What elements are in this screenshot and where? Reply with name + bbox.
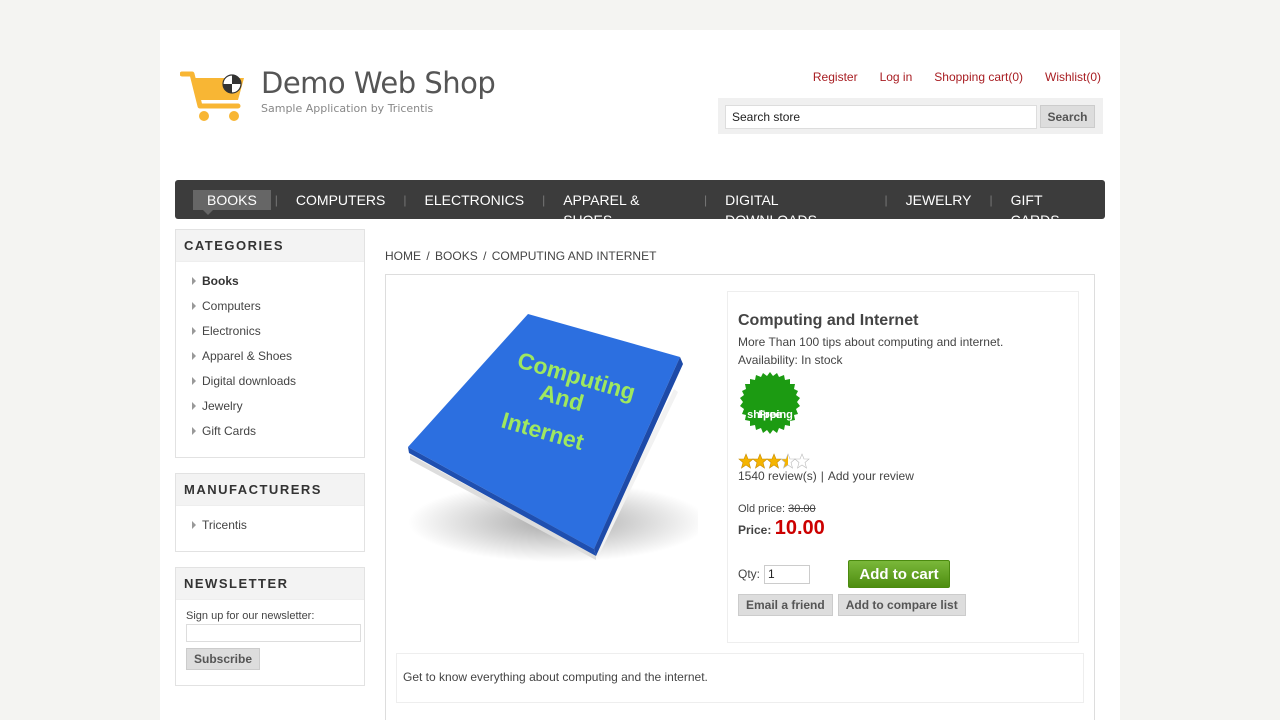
old-price: Old price: 30.00	[738, 503, 1068, 515]
categories-title: CATEGORIES	[176, 230, 364, 262]
menu-separator: |	[274, 192, 278, 207]
arrow-right-icon	[192, 401, 196, 410]
arrow-right-icon	[192, 276, 196, 285]
logo-subtitle: Sample Application by Tricentis	[261, 102, 434, 115]
add-to-cart-row: Qty: Add to cart	[738, 560, 1068, 588]
product-action-buttons: Email a friend Add to compare list	[738, 594, 1068, 616]
category-label: Gift Cards	[202, 423, 257, 438]
reviews-separator: |	[820, 469, 824, 483]
product-image[interactable]: Computing And Internet	[398, 307, 708, 569]
manufacturer-label: Tricentis	[202, 517, 247, 532]
add-to-cart-button[interactable]: Add to cart	[848, 560, 951, 588]
price-label: Price:	[738, 523, 772, 537]
arrow-right-icon	[192, 326, 196, 335]
breadcrumb-separator: /	[426, 249, 430, 263]
breadcrumb-home[interactable]: HOME	[385, 249, 421, 263]
top-menu: BOOKS | COMPUTERS | ELECTRONICS | APPARE…	[175, 180, 1105, 228]
header-links: Register Log in Shopping cart(0) Wishlis…	[813, 70, 1101, 84]
menu-computers[interactable]: COMPUTERS	[282, 190, 399, 210]
product-details: Computing And Internet Computing and Int…	[385, 274, 1095, 720]
category-gift-cards[interactable]: Gift Cards	[192, 418, 364, 443]
menu-separator: |	[704, 192, 708, 207]
qty-label: Qty:	[738, 567, 761, 581]
manufacturers-block: MANUFACTURERS Tricentis	[175, 473, 365, 552]
category-label: Apparel & Shoes	[202, 348, 293, 363]
star-empty-icon	[794, 453, 810, 469]
product-short-description: More Than 100 tips about computing and i…	[738, 335, 1004, 349]
breadcrumb-separator: /	[483, 249, 487, 263]
breadcrumb: HOME / BOOKS / COMPUTING AND INTERNET	[385, 249, 656, 263]
price-value: 10.00	[774, 517, 825, 539]
menu-electronics[interactable]: ELECTRONICS	[411, 190, 539, 210]
search-button[interactable]: Search	[1040, 105, 1095, 128]
arrow-right-icon	[192, 520, 196, 529]
product-availability: Availability: In stock	[738, 353, 843, 367]
search-box: Search	[718, 98, 1103, 134]
product-overview: Computing and Internet More Than 100 tip…	[727, 291, 1079, 643]
product-full-description: Get to know everything about computing a…	[396, 653, 1084, 703]
free-shipping-text-2: shipping	[747, 409, 793, 421]
manufacturer-tricentis[interactable]: Tricentis	[192, 512, 364, 537]
breadcrumb-current: COMPUTING AND INTERNET	[491, 249, 657, 263]
manufacturers-title: MANUFACTURERS	[176, 474, 364, 506]
menu-books[interactable]: BOOKS	[193, 189, 271, 215]
category-jewelry[interactable]: Jewelry	[192, 393, 364, 418]
category-label: Digital downloads	[202, 373, 297, 388]
category-computers[interactable]: Computers	[192, 293, 364, 318]
wishlist-link[interactable]: Wishlist(0)	[1045, 70, 1101, 84]
arrow-right-icon	[192, 351, 196, 360]
breadcrumb-books[interactable]: BOOKS	[435, 249, 478, 263]
category-apparel-shoes[interactable]: Apparel & Shoes	[192, 343, 364, 368]
newsletter-email-input[interactable]	[186, 624, 361, 642]
free-shipping-badge-icon	[740, 372, 800, 434]
logo-title: Demo Web Shop	[261, 66, 496, 100]
site-logo[interactable]: Demo Web Shop Sample Application by Tric…	[179, 66, 510, 126]
menu-gift-cards[interactable]: GIFT CARDS	[997, 190, 1105, 228]
category-label: Jewelry	[202, 398, 243, 413]
arrow-right-icon	[192, 376, 196, 385]
category-label: Electronics	[202, 323, 261, 338]
email-friend-button[interactable]: Email a friend	[738, 594, 833, 616]
shopping-cart-link[interactable]: Shopping cart(0)	[934, 70, 1023, 84]
menu-digital-downloads[interactable]: DIGITAL DOWNLOADS	[711, 190, 880, 228]
search-input[interactable]	[725, 105, 1037, 129]
menu-separator: |	[989, 192, 993, 207]
menu-separator: |	[884, 192, 888, 207]
old-price-value: 30.00	[788, 503, 816, 515]
menu-jewelry[interactable]: JEWELRY	[892, 190, 986, 210]
shopping-cart-logo-icon	[179, 66, 246, 126]
reviews-link[interactable]: 1540 review(s)	[738, 469, 817, 483]
newsletter-block: NEWSLETTER Sign up for our newsletter: S…	[175, 567, 365, 686]
category-label: Computers	[202, 298, 261, 313]
subscribe-button[interactable]: Subscribe	[186, 648, 260, 670]
page-container: Demo Web Shop Sample Application by Tric…	[160, 30, 1120, 720]
arrow-right-icon	[192, 301, 196, 310]
add-to-compare-button[interactable]: Add to compare list	[837, 594, 966, 616]
qty-input[interactable]	[764, 564, 811, 584]
categories-block: CATEGORIES Books Computers Electronics A…	[175, 229, 365, 458]
category-books[interactable]: Books	[192, 268, 364, 293]
register-link[interactable]: Register	[813, 70, 858, 84]
price: Price: 10.00	[738, 517, 1068, 540]
old-price-label: Old price:	[738, 503, 786, 515]
product-reviews: 1540 review(s) | Add your review	[738, 469, 1068, 483]
product-rating	[738, 453, 1068, 469]
category-electronics[interactable]: Electronics	[192, 318, 364, 343]
newsletter-title: NEWSLETTER	[176, 568, 364, 600]
menu-separator: |	[542, 192, 546, 207]
product-name: Computing and Internet	[738, 312, 919, 329]
arrow-right-icon	[192, 426, 196, 435]
free-shipping-badge: Free shipping	[738, 371, 802, 435]
category-digital-downloads[interactable]: Digital downloads	[192, 368, 364, 393]
newsletter-label: Sign up for our newsletter:	[186, 610, 315, 622]
login-link[interactable]: Log in	[880, 70, 913, 84]
category-label: Books	[202, 273, 239, 288]
menu-separator: |	[403, 192, 407, 207]
add-review-link[interactable]: Add your review	[828, 469, 914, 483]
menu-apparel-shoes[interactable]: APPAREL & SHOES	[549, 190, 700, 228]
